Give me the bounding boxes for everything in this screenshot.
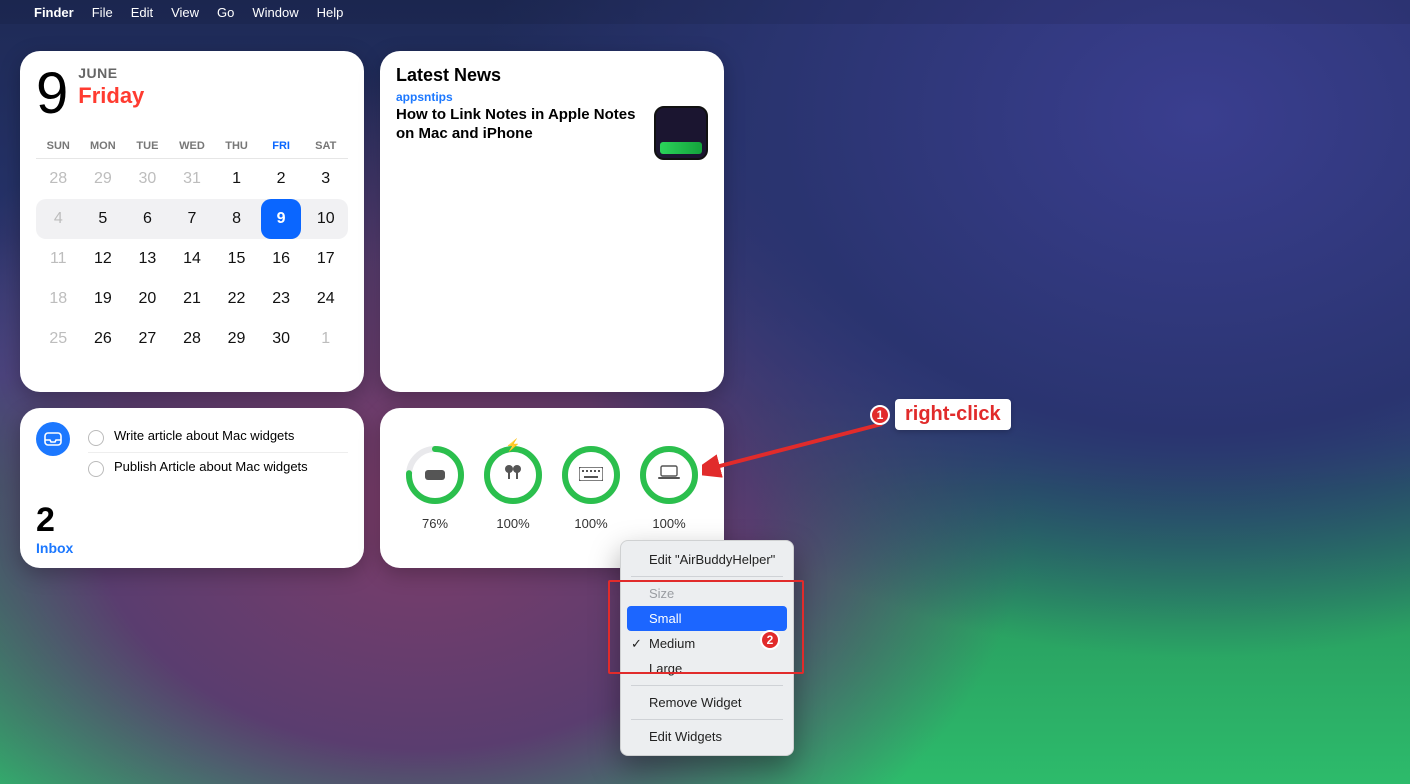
menubar-item-go[interactable]: Go	[217, 5, 234, 20]
calendar-day[interactable]: 2	[259, 159, 304, 199]
calendar-grid: SUNMONTUEWEDTHUFRISAT 282930311234567891…	[36, 134, 348, 359]
calendar-day[interactable]: 21	[170, 279, 215, 319]
news-thumbnail[interactable]	[654, 106, 708, 160]
battery-percent: 100%	[652, 516, 685, 531]
calendar-day[interactable]: 11	[36, 239, 81, 279]
news-widget[interactable]: Latest News appsntips How to Link Notes …	[380, 51, 724, 392]
calendar-day[interactable]: 9	[259, 199, 304, 239]
ctx-edit-widgets[interactable]: Edit Widgets	[621, 724, 793, 749]
battery-percent: 100%	[574, 516, 607, 531]
calendar-day[interactable]: 20	[125, 279, 170, 319]
battery-item[interactable]: 76%	[406, 446, 464, 531]
battery-item[interactable]: 100%	[640, 446, 698, 531]
battery-item[interactable]: ⚡ 100%	[484, 446, 542, 531]
charging-icon: ⚡	[506, 438, 521, 452]
reminder-text: Write article about Mac widgets	[114, 428, 294, 444]
menubar-item-file[interactable]: File	[92, 5, 113, 20]
calendar-day[interactable]: 29	[214, 319, 259, 359]
menubar-item-help[interactable]: Help	[317, 5, 344, 20]
calendar-day[interactable]: 15	[214, 239, 259, 279]
calendar-day[interactable]: 14	[170, 239, 215, 279]
ctx-separator	[631, 576, 783, 577]
news-title: Latest News	[396, 65, 708, 86]
calendar-day[interactable]: 30	[259, 319, 304, 359]
calendar-day[interactable]: 26	[81, 319, 126, 359]
ctx-edit-widget[interactable]: Edit "AirBuddyHelper"	[621, 547, 793, 572]
calendar-day[interactable]: 18	[36, 279, 81, 319]
calendar-day[interactable]: 4	[36, 199, 81, 239]
calendar-day[interactable]: 27	[125, 319, 170, 359]
calendar-day[interactable]: 19	[81, 279, 126, 319]
battery-ring	[562, 446, 620, 504]
calendar-dow: WED	[170, 134, 215, 159]
ctx-remove-widget[interactable]: Remove Widget	[621, 690, 793, 715]
ctx-separator	[631, 685, 783, 686]
news-headline[interactable]: How to Link Notes in Apple Notes on Mac …	[396, 106, 642, 144]
calendar-dow: MON	[81, 134, 126, 159]
inbox-tray-icon	[36, 422, 70, 456]
calendar-day[interactable]: 1	[214, 159, 259, 199]
battery-ring	[406, 446, 464, 504]
calendar-day[interactable]: 30	[125, 159, 170, 199]
menubar-item-window[interactable]: Window	[252, 5, 298, 20]
calendar-day[interactable]: 17	[303, 239, 348, 279]
inbox-count: 2	[36, 501, 73, 540]
calendar-day[interactable]: 7	[170, 199, 215, 239]
battery-ring: ⚡	[484, 446, 542, 504]
annotation-badge-2: 2	[760, 630, 780, 650]
calendar-day[interactable]: 16	[259, 239, 304, 279]
menubar-item-view[interactable]: View	[171, 5, 199, 20]
calendar-day[interactable]: 31	[170, 159, 215, 199]
calendar-day[interactable]: 10	[303, 199, 348, 239]
calendar-weekday: Friday	[78, 83, 144, 109]
ctx-size-large[interactable]: Large	[621, 656, 793, 681]
calendar-dow: SAT	[303, 134, 348, 159]
calendar-day[interactable]: 12	[81, 239, 126, 279]
calendar-dow: FRI	[259, 134, 304, 159]
reminder-text: Publish Article about Mac widgets	[114, 459, 308, 475]
annotation-badge-1: 1	[870, 405, 890, 425]
calendar-day[interactable]: 1	[303, 319, 348, 359]
battery-percent: 100%	[496, 516, 529, 531]
calendar-day[interactable]: 13	[125, 239, 170, 279]
ctx-size-header: Size	[621, 581, 793, 606]
menubar-item-edit[interactable]: Edit	[131, 5, 153, 20]
calendar-daynum: 9	[36, 68, 68, 120]
calendar-day[interactable]: 25	[36, 319, 81, 359]
calendar-day[interactable]: 22	[214, 279, 259, 319]
menubar-app[interactable]: Finder	[34, 5, 74, 20]
calendar-dow: THU	[214, 134, 259, 159]
calendar-day[interactable]: 5	[81, 199, 126, 239]
calendar-widget[interactable]: 9 JUNE Friday SUNMONTUEWEDTHUFRISAT 2829…	[20, 51, 364, 392]
news-source: appsntips	[396, 90, 708, 104]
calendar-day[interactable]: 28	[36, 159, 81, 199]
battery-percent: 76%	[422, 516, 448, 531]
calendar-dow: TUE	[125, 134, 170, 159]
calendar-day[interactable]: 28	[170, 319, 215, 359]
reminders-widget[interactable]: Write article about Mac widgets Publish A…	[20, 408, 364, 568]
ctx-size-small[interactable]: Small	[627, 606, 787, 631]
menubar[interactable]: Finder File Edit View Go Window Help	[0, 0, 1410, 24]
calendar-day[interactable]: 3	[303, 159, 348, 199]
calendar-day[interactable]: 29	[81, 159, 126, 199]
calendar-dow: SUN	[36, 134, 81, 159]
ctx-separator	[631, 719, 783, 720]
battery-item[interactable]: 100%	[562, 446, 620, 531]
calendar-day[interactable]: 8	[214, 199, 259, 239]
reminder-radio[interactable]	[88, 461, 104, 477]
calendar-day[interactable]: 24	[303, 279, 348, 319]
calendar-day[interactable]: 23	[259, 279, 304, 319]
calendar-day[interactable]: 6	[125, 199, 170, 239]
inbox-label: Inbox	[36, 540, 73, 556]
annotation-rc-label: right-click	[895, 399, 1011, 430]
calendar-month: JUNE	[78, 65, 144, 81]
reminder-item[interactable]: Publish Article about Mac widgets	[88, 453, 348, 483]
battery-ring	[640, 446, 698, 504]
annotation-rightclick: right-click	[895, 399, 1011, 430]
reminder-radio[interactable]	[88, 430, 104, 446]
reminder-item[interactable]: Write article about Mac widgets	[88, 422, 348, 453]
